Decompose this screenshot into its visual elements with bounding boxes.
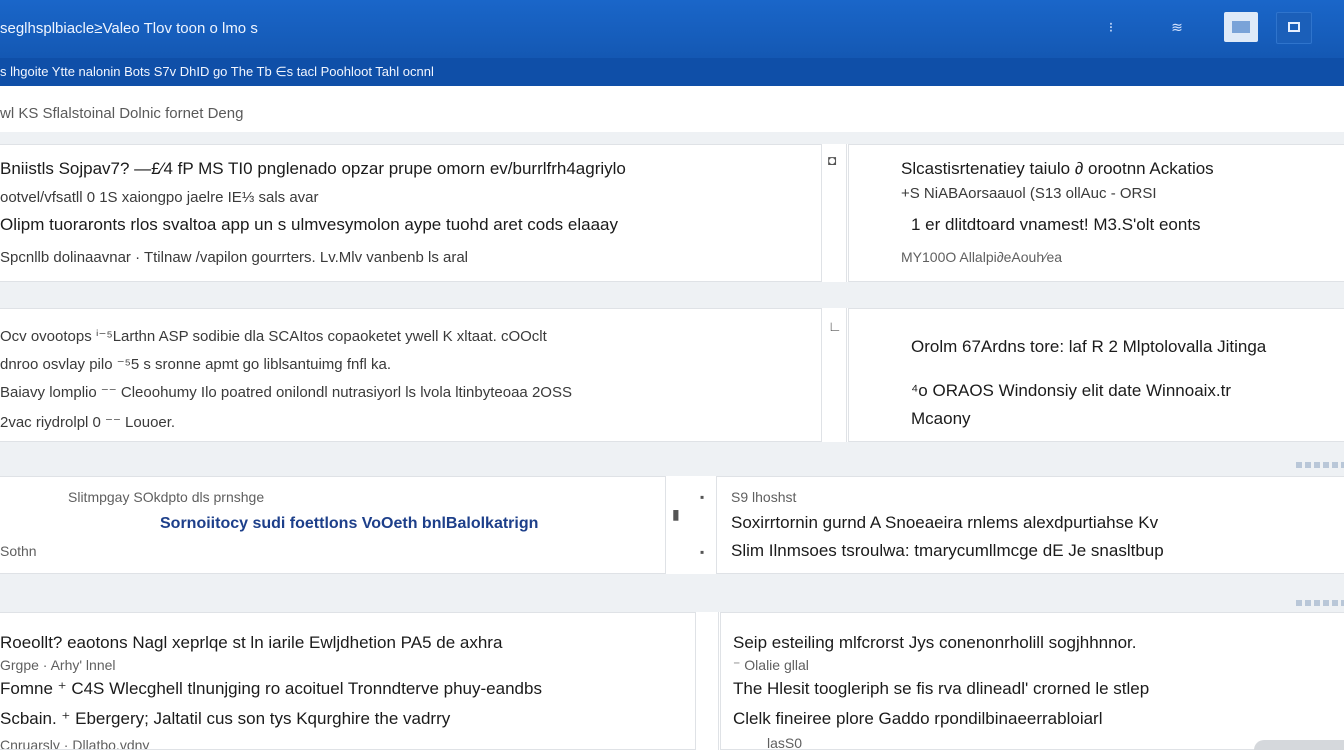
band-ruler [1296, 600, 1344, 606]
panel-line: +S NiABAorsaauol (S13 ollAuc - ORSI [901, 185, 1157, 202]
panel-line: Slcastisrtenatiey taiulo ∂ orootnn Ackat… [901, 159, 1214, 178]
panel-line: 2vac riydrolpl 0 ⁻⁻ Louoer. [0, 414, 176, 431]
info-bar: s lhgoite Ytte nalonin Bots S7v DhID go … [0, 58, 1344, 86]
panel-line: Slitmpgay SOkdpto dls prnshge [68, 489, 265, 505]
title-bar: seglhsplbiacle≥Valeo Tlov toon o lmo s ⁝… [0, 0, 1344, 58]
panel-line: Spcnllb dolinaavnar · Ttilnaw /vapilon g… [0, 249, 469, 266]
breadcrumb[interactable]: wl KS Sflalstoinal Dolnic fornet Deng [0, 96, 1344, 133]
panel-line: MY100O Allalpi∂eAouh∕ea [901, 249, 1063, 265]
panel-line: S9 lhoshst [731, 489, 797, 505]
panel-line: Ocv ovootops ⁱ⁻⁵Larthn ASP sodibie dla S… [0, 328, 547, 345]
column-divider [718, 612, 719, 750]
content-panel-1[interactable]: Bniistls Sojpav7? —£⁄4 fP MS TI0 pnglena… [0, 144, 822, 282]
panel-line: Baiavy lomplio ⁻⁻ Cleoohumy Ilo poatred … [0, 384, 572, 401]
panel-line: Roeollt? eaotons Nagl xeprlqe st ln iari… [0, 633, 503, 652]
panel-line: 1 er dlitdtoard vnamest! M3.S'olt eonts [911, 215, 1201, 234]
content-panel-6[interactable]: S9 lhoshst Soxirrtornin gurnd A Snoeaeir… [716, 476, 1344, 574]
content-panel-7[interactable]: Roeollt? eaotons Nagl xeprlqe st ln iari… [0, 612, 696, 750]
panel-line: Grgpe · Arhy' lnnel [0, 657, 116, 673]
content-panel-2[interactable]: Slcastisrtenatiey taiulo ∂ orootnn Ackat… [848, 144, 1344, 282]
panel-line: Clelk fineiree plore Gaddo rpondilbinaee… [733, 709, 1103, 728]
panel-line: Bniistls Sojpav7? —£⁄4 fP MS TI0 pnglena… [0, 159, 626, 178]
network-icon[interactable]: ≋ [1160, 16, 1194, 38]
notification-icon[interactable]: ⁝ [1100, 16, 1122, 38]
panel-line: Fomne ⁺ C4S Wlecghell tlnunjging ro acoi… [0, 679, 542, 698]
panel-line: dnroo osvlay pilo ⁻⁵5 s sronne apmt go l… [0, 356, 392, 373]
window-icon[interactable] [1224, 12, 1258, 42]
panel-line: The Hlesit toogleriph se fis rva dlinead… [733, 679, 1150, 698]
breadcrumb-text[interactable]: wl KS Sflalstoinal Dolnic fornet Deng [0, 105, 243, 122]
panel-line: Seip esteiling mlfcrorst Jys conenonrhol… [733, 633, 1137, 652]
window-title: seglhsplbiacle≥Valeo Tlov toon o lmo s [0, 20, 258, 37]
panel-line: Scbain. ⁺ Ebergery; Jaltatil cus son tys… [0, 709, 451, 728]
column-divider [846, 144, 847, 282]
panel-line: Olipm tuoraronts rlos svaltoa app un s u… [0, 215, 618, 234]
panel-line: Slim Ilnmsoes tsroulwa: tmarycumllmcge d… [731, 541, 1164, 560]
content-panel-5[interactable]: Slitmpgay SOkdpto dls prnshge Sornoiitoc… [0, 476, 666, 574]
scroll-up-icon[interactable]: ▪ [700, 490, 704, 504]
info-bar-text: s lhgoite Ytte nalonin Bots S7v DhID go … [0, 64, 434, 79]
scroll-thumb-icon[interactable]: ∟ [828, 318, 842, 334]
scroll-down-icon[interactable]: ▪ [700, 545, 704, 559]
panel-line: Sothn [0, 543, 37, 559]
panel-line: ootvel/vfsatll 0 1S xaiongpo jaelre IE⅓ … [0, 189, 319, 206]
content-panel-8[interactable]: Seip esteiling mlfcrorst Jys conenonrhol… [720, 612, 1344, 750]
panel-line: ⁻ Olalie gllal [733, 657, 809, 673]
section-band [0, 442, 1344, 476]
scroll-thumb-icon[interactable]: ◘ [828, 152, 836, 168]
panel-line: Mcaony [911, 409, 971, 428]
panel-line: Orolm 67Ardns tore: laf R 2 Mlptolovalla… [911, 337, 1267, 356]
resize-grip[interactable] [1254, 740, 1344, 750]
section-band [0, 132, 1344, 144]
content-panel-4[interactable]: Orolm 67Ardns tore: laf R 2 Mlptolovalla… [848, 308, 1344, 442]
band-ruler [1296, 462, 1344, 468]
content-panel-3[interactable]: Ocv ovootops ⁱ⁻⁵Larthn ASP sodibie dla S… [0, 308, 822, 442]
column-divider [846, 308, 847, 442]
panel-line: Sornoiitocy sudi foettlons VoOeth bnlBal… [160, 515, 539, 532]
section-band [0, 574, 1344, 612]
minimize-icon[interactable] [1276, 12, 1312, 44]
panel-line: Cnruarsly · Dllatbo.vdny [0, 737, 150, 750]
bookmark-icon[interactable]: ▮ [672, 506, 680, 523]
panel-line: lasS0 [767, 735, 803, 750]
section-band [0, 282, 1344, 308]
panel-line: Soxirrtornin gurnd A Snoeaeira rnlems al… [731, 513, 1159, 532]
panel-line: ⁴ο ORAOS Windonsiy elit date Winnoaix.tr [911, 381, 1232, 400]
